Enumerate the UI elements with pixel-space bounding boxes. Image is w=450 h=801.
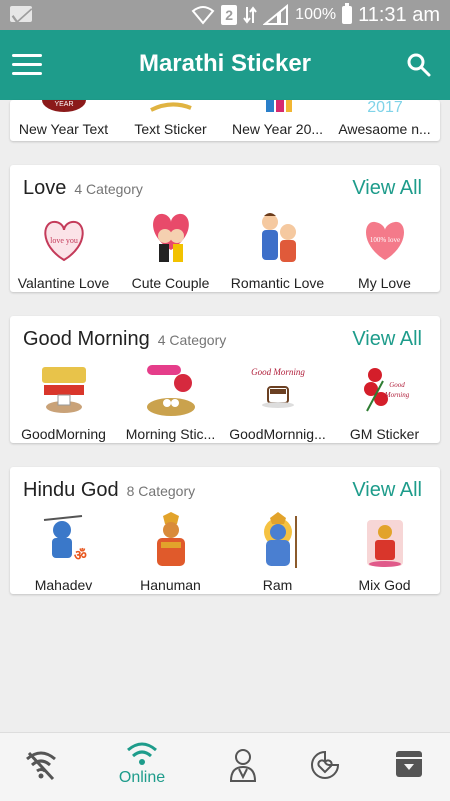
svg-text:Good Morning: Good Morning (251, 367, 305, 377)
sticker-item[interactable]: Mix God (331, 512, 438, 593)
sticker-thumbnail (156, 512, 185, 566)
nav-favorites[interactable] (290, 749, 360, 781)
sticker-item[interactable]: New Year 20... (224, 100, 331, 137)
sticker-label: GM Sticker (349, 426, 420, 442)
section-title: Hindu God 8 Category (23, 479, 196, 501)
nav-online[interactable]: Online (107, 741, 177, 787)
sticker-item[interactable]: love you Valantine Love (10, 210, 117, 291)
view-all-button[interactable]: View All (352, 479, 422, 502)
svg-text:YEAR: YEAR (54, 101, 73, 108)
sticker-item[interactable]: Romantic Love (224, 210, 331, 291)
user-icon (229, 749, 257, 782)
svg-text:2017: 2017 (367, 100, 403, 116)
sticker-item[interactable]: YEAR New Year Text (10, 100, 117, 137)
svg-text:love you: love you (50, 236, 78, 245)
section-title: Good Morning 4 Category (23, 328, 227, 350)
category-count: 8 Category (126, 483, 196, 499)
sticker-label: Mix God (358, 577, 411, 593)
battery-percentage: 100% (295, 6, 337, 23)
message-icon (10, 6, 32, 22)
view-all-button[interactable]: View All (352, 177, 422, 200)
category-count: 4 Category (74, 181, 143, 197)
nav-offline[interactable] (6, 749, 76, 781)
section-title: Love 4 Category (23, 177, 143, 199)
sticker-item[interactable]: Morning Stic... (117, 361, 224, 442)
svg-text:Good: Good (389, 381, 405, 389)
sticker-label: Text Sticker (134, 121, 207, 137)
search-icon[interactable] (406, 52, 432, 78)
signal-strength-icon (263, 4, 289, 25)
nav-downloads[interactable] (374, 749, 444, 779)
sticker-thumbnail (146, 365, 195, 416)
sticker-item[interactable]: Ram (224, 512, 331, 593)
svg-text:100% love: 100% love (369, 236, 399, 244)
sticker-item[interactable]: Good Morning GoodMornnig... (224, 361, 331, 442)
sticker-thumbnail (152, 213, 189, 262)
wifi-status-icon (191, 6, 215, 25)
svg-text:Morning: Morning (383, 391, 409, 399)
sticker-item[interactable]: Hanuman (117, 512, 224, 593)
sticker-thumbnail: 100% love (365, 221, 404, 260)
sticker-thumbnail: YEAR (41, 100, 86, 112)
sticker-item[interactable]: Cute Couple (117, 210, 224, 291)
sim-badge: 2 (221, 5, 238, 25)
sticker-label: Awesaome n... (338, 121, 431, 137)
card-love: Love 4 Category View All love you Valanti… (10, 165, 440, 292)
app-title: Marathi Sticker (138, 50, 312, 77)
sticker-label: Hanuman (140, 577, 201, 593)
archive-icon (396, 751, 422, 777)
signal-arrows-icon (243, 6, 257, 24)
sticker-label: New Year 20... (231, 121, 324, 137)
sticker-label: New Year Text (18, 121, 109, 137)
category-count: 4 Category (157, 332, 227, 348)
status-bar: 2 100% 11:31 am (0, 0, 450, 30)
sticker-label: Valantine Love (17, 275, 110, 291)
sticker-thumbnail (261, 213, 296, 262)
sticker-thumbnail (366, 520, 403, 567)
sticker-thumbnail (265, 100, 292, 112)
card-hindu-god: Hindu God 8 Category View All ॐ Mahadev H… (10, 467, 440, 594)
sticker-label: Morning Stic... (125, 426, 216, 442)
sticker-label: My Love (358, 275, 411, 291)
view-all-button[interactable]: View All (352, 328, 422, 351)
sticker-label: Romantic Love (230, 275, 325, 291)
sticker-thumbnail: Good Morning (363, 368, 409, 412)
sticker-label: GoodMornnig... (229, 426, 326, 442)
sticker-item[interactable]: Text Sticker (117, 100, 224, 137)
sticker-thumbnail: Good Morning (251, 367, 305, 408)
sticker-thumbnail (149, 102, 192, 112)
clock: 11:31 am (358, 3, 440, 26)
card-good-morning: Good Morning 4 Category View All GoodMorn… (10, 316, 440, 443)
sticker-thumbnail (263, 512, 297, 568)
battery-icon (342, 3, 353, 24)
app-bar: Marathi Sticker (0, 30, 450, 100)
sticker-thumbnail: 2017 (367, 100, 403, 116)
bottom-navigation: Online (0, 732, 450, 801)
sticker-item[interactable]: Good Morning GM Sticker (331, 361, 438, 442)
sticker-item[interactable]: 100% love My Love (331, 210, 438, 291)
nav-profile[interactable] (208, 747, 278, 783)
sticker-thumbnail: ॐ (43, 515, 87, 563)
sticker-heart-icon (311, 750, 340, 779)
svg-text:ॐ: ॐ (74, 547, 87, 563)
sticker-label: Mahadev (34, 577, 93, 593)
nav-online-label: Online (118, 769, 166, 786)
sticker-label: Cute Couple (131, 275, 210, 291)
sticker-thumbnail (41, 367, 86, 413)
sticker-item[interactable]: ॐ Mahadev (10, 512, 117, 593)
sticker-label: Ram (262, 577, 293, 593)
sticker-item[interactable]: GoodMorning (10, 361, 117, 442)
wifi-off-icon (26, 751, 56, 781)
wifi-icon (127, 742, 157, 765)
sticker-label: GoodMorning (21, 426, 106, 442)
card-new-year: YEAR New Year Text Text Sticker New Year… (10, 100, 440, 141)
sticker-thumbnail: love you (43, 220, 84, 262)
sticker-item[interactable]: 2017 Awesaome n... (331, 100, 438, 137)
